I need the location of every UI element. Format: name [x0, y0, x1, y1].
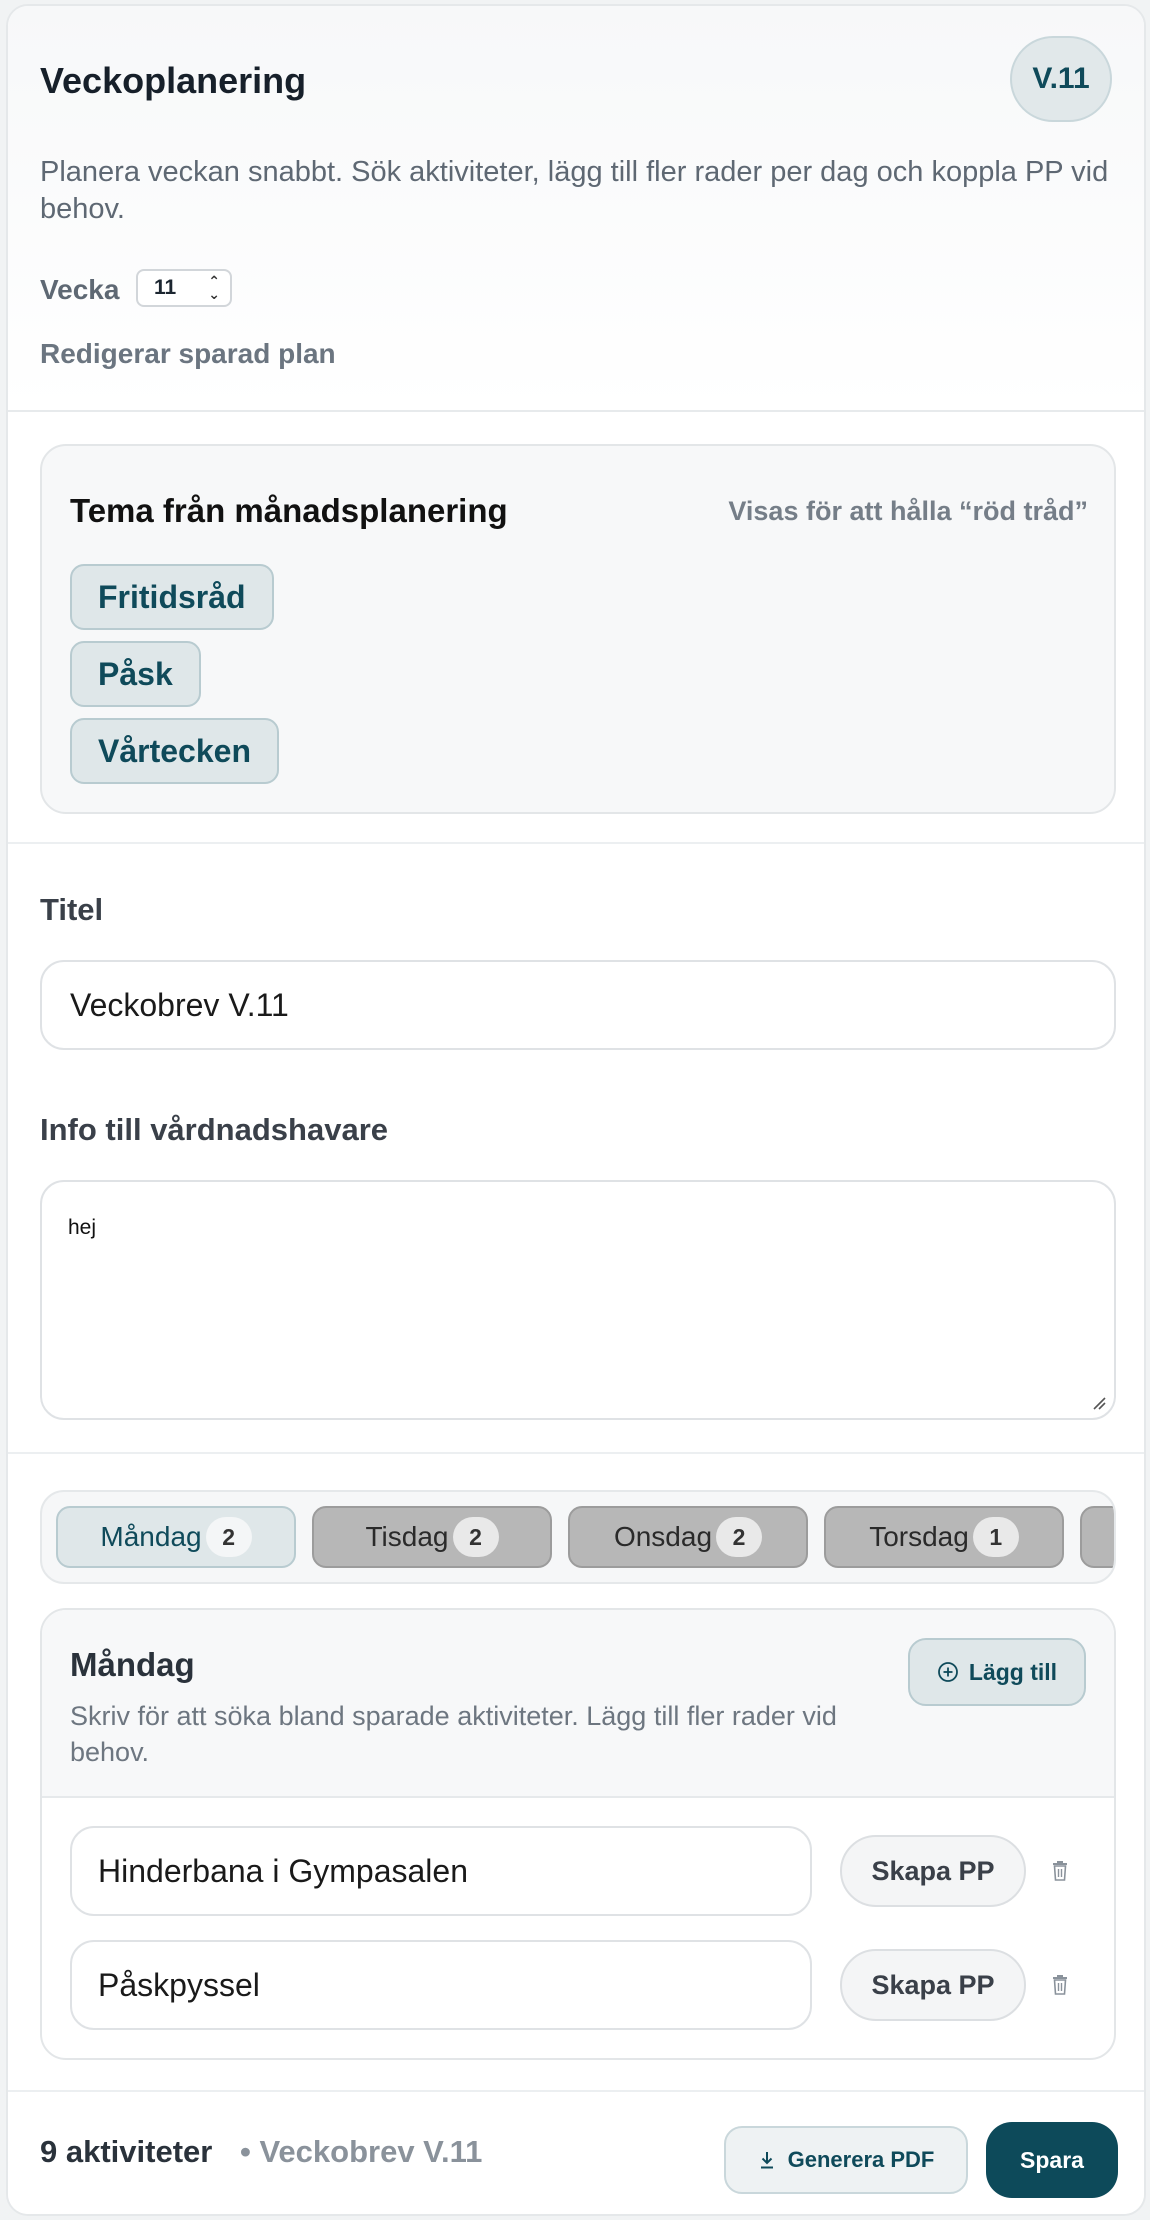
tab-count-badge: 2	[205, 1517, 252, 1557]
version-badge: V.11	[1010, 36, 1112, 122]
title-label: Titel	[40, 892, 104, 927]
tab-label: Tisdag	[365, 1521, 449, 1552]
info-label: Info till vårdnadshavare	[40, 1112, 388, 1147]
edit-status: Redigerar sparad plan	[40, 338, 336, 369]
day-panel: Måndag Skriv för att söka bland sparade …	[40, 1608, 1116, 2060]
generate-pdf-button[interactable]: Generera PDF	[724, 2126, 968, 2194]
day-hint: Skriv för att söka bland sparade aktivit…	[70, 1701, 837, 1767]
theme-hint: Visas för att hålla “röd tråd”	[728, 496, 1088, 526]
section-divider	[8, 1452, 1144, 1454]
tab-label: Torsdag	[869, 1521, 969, 1552]
day-panel-header: Måndag Skriv för att söka bland sparade …	[42, 1610, 1114, 1798]
activity-input[interactable]: Påskpyssel	[70, 1940, 812, 2030]
footer-bar: 9 aktiviteter • Veckobrev V.11 Generera …	[8, 2090, 1144, 2214]
trash-icon[interactable]	[1044, 1969, 1076, 2001]
weekly-planner-card: Veckoplanering V.11 Planera veckan snabb…	[6, 4, 1146, 2216]
theme-chip[interactable]: Påsk	[70, 641, 201, 707]
info-textarea-value: hej	[68, 1216, 97, 1239]
week-label: Vecka	[40, 274, 120, 305]
week-select-value: 11	[154, 276, 177, 299]
create-pp-button[interactable]: Skapa PP	[840, 1949, 1026, 2021]
tab-torsdag[interactable]: Torsdag 1	[824, 1506, 1064, 1568]
activity-input[interactable]: Hinderbana i Gympasalen	[70, 1826, 812, 1916]
tab-fredag-partial[interactable]	[1080, 1506, 1114, 1568]
theme-title: Tema från månadsplanering	[70, 492, 508, 529]
tab-label: Måndag	[100, 1521, 202, 1552]
add-row-label: Lägg till	[968, 1658, 1058, 1685]
download-icon	[760, 2152, 773, 2169]
add-row-button[interactable]: Lägg till	[908, 1638, 1086, 1706]
theme-chip[interactable]: Fritidsråd	[70, 564, 274, 630]
title-input[interactable]: Veckobrev V.11	[40, 960, 1116, 1050]
theme-chip[interactable]: Vårtecken	[70, 718, 279, 784]
week-select[interactable]: 11 ⌃ ⌄	[136, 269, 232, 307]
day-tabs: Måndag 2 Tisdag 2 Onsdag 2 Torsdag 1	[40, 1490, 1116, 1584]
resize-handle-icon[interactable]	[1090, 1394, 1106, 1410]
info-textarea[interactable]: hej	[40, 1180, 1116, 1420]
tab-count-badge: 2	[452, 1517, 499, 1557]
chevron-up-down-icon: ⌃ ⌄	[208, 273, 220, 302]
page-title: Veckoplanering	[40, 60, 307, 101]
trash-icon[interactable]	[1044, 1855, 1076, 1887]
tab-count-badge: 1	[972, 1517, 1019, 1557]
footer-plan-title: • Veckobrev V.11	[240, 2134, 483, 2169]
day-title: Måndag	[70, 1646, 195, 1683]
section-divider	[8, 842, 1144, 844]
intro-text: Planera veckan snabbt. Sök aktiviteter, …	[40, 156, 1109, 225]
activity-count: 9 aktiviteter	[40, 2134, 213, 2169]
tab-label: Onsdag	[613, 1521, 713, 1552]
tab-mandag[interactable]: Måndag 2	[56, 1506, 296, 1568]
generate-pdf-label: Generera PDF	[787, 2147, 935, 2172]
plus-circle-icon	[938, 1662, 958, 1682]
tab-count-badge: 2	[716, 1517, 763, 1557]
planner-header: Veckoplanering V.11 Planera veckan snabb…	[8, 6, 1144, 412]
save-button[interactable]: Spara	[986, 2122, 1118, 2198]
tab-tisdag[interactable]: Tisdag 2	[312, 1506, 552, 1568]
tab-onsdag[interactable]: Onsdag 2	[568, 1506, 808, 1568]
create-pp-button[interactable]: Skapa PP	[840, 1835, 1026, 1907]
theme-panel: Tema från månadsplanering Visas för att …	[40, 444, 1116, 814]
